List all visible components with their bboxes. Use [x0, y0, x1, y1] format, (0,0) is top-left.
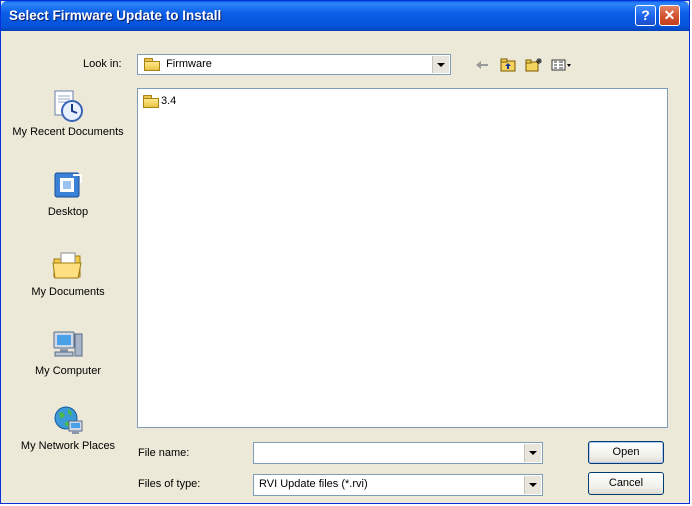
network-places-icon — [51, 403, 85, 437]
chevron-down-icon — [529, 451, 537, 455]
look-in-label: Look in: — [83, 58, 122, 70]
chevron-down-icon — [529, 483, 537, 487]
place-label: My Documents — [31, 286, 105, 298]
file-type-dropdown[interactable]: RVI Update files (*.rvi) — [253, 474, 543, 496]
folder-icon — [144, 58, 160, 72]
place-my-documents[interactable]: My Documents — [6, 249, 130, 299]
window-title: Select Firmware Update to Install — [9, 8, 222, 23]
place-label: My Network Places — [20, 440, 116, 452]
file-type-value: RVI Update files (*.rvi) — [259, 478, 368, 490]
place-desktop[interactable]: Desktop — [6, 169, 130, 219]
place-label: My Computer — [34, 365, 102, 377]
my-documents-icon — [51, 249, 85, 283]
view-menu-icon[interactable] — [549, 54, 575, 76]
file-name-field[interactable] — [253, 442, 543, 464]
file-list[interactable]: 3.4 — [137, 88, 668, 428]
cancel-button[interactable]: Cancel — [588, 472, 664, 495]
place-label: Desktop — [47, 206, 89, 218]
look-in-dropdown-arrow[interactable] — [432, 56, 449, 73]
file-type-label: Files of type: — [138, 478, 201, 490]
file-name-dropdown-arrow[interactable] — [524, 444, 541, 462]
close-button[interactable]: ✕ — [659, 5, 680, 26]
folder-icon — [143, 95, 159, 108]
close-icon: ✕ — [663, 7, 676, 23]
look-in-value-wrap: Firmware — [144, 58, 212, 72]
file-type-dropdown-arrow[interactable] — [524, 476, 541, 494]
open-button[interactable]: Open — [588, 441, 664, 464]
chevron-down-icon — [437, 62, 445, 67]
my-computer-icon — [51, 328, 85, 362]
up-folder-icon[interactable] — [497, 54, 519, 76]
back-arrow-icon[interactable] — [471, 54, 493, 76]
recent-documents-icon — [51, 89, 85, 123]
place-my-computer[interactable]: My Computer — [6, 328, 130, 378]
places-bar: My Recent Documents Desktop My Documents… — [6, 85, 130, 465]
toolbar — [471, 53, 575, 77]
help-icon: ? — [641, 7, 650, 23]
list-item[interactable]: 3.4 — [143, 95, 177, 108]
file-name: 3.4 — [161, 95, 177, 107]
file-name-label: File name: — [138, 447, 190, 459]
place-my-recent-documents[interactable]: My Recent Documents — [6, 89, 130, 139]
help-button[interactable]: ? — [635, 5, 656, 26]
place-my-network-places[interactable]: My Network Places — [6, 403, 130, 453]
desktop-icon — [51, 169, 85, 203]
look-in-value: Firmware — [166, 58, 212, 70]
look-in-dropdown[interactable]: Firmware — [137, 54, 451, 75]
new-folder-icon[interactable] — [523, 54, 545, 76]
title-bar[interactable]: Select Firmware Update to Install ? ✕ — [1, 1, 689, 31]
place-label: My Recent Documents — [12, 126, 124, 138]
file-dialog-window: Select Firmware Update to Install ? ✕ Lo… — [0, 0, 690, 504]
